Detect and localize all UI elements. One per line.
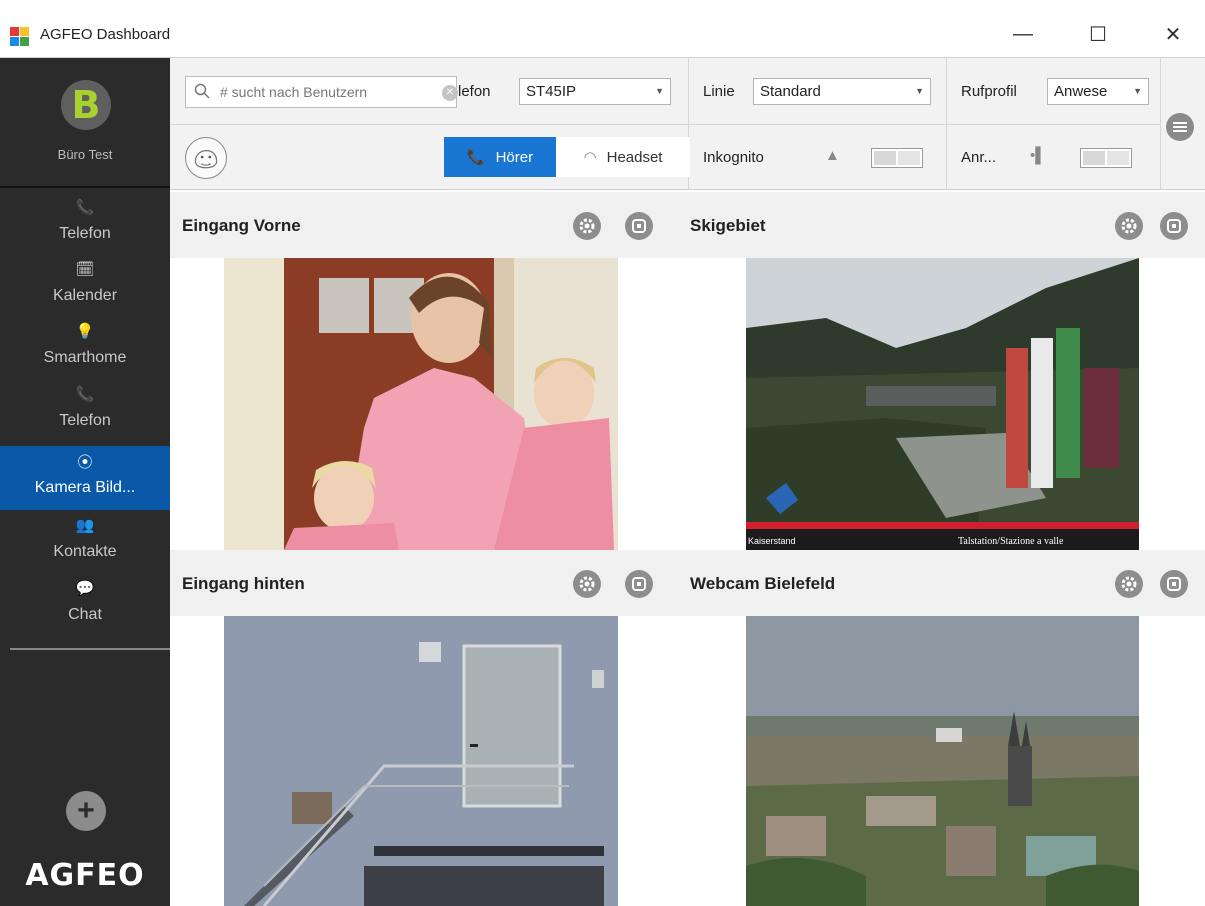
chevron-down-icon: ▼ bbox=[1133, 86, 1142, 96]
sidebar-item-label: Kamera Bild... bbox=[34, 479, 136, 496]
inkognito-label: Inkognito bbox=[703, 149, 764, 166]
camera-panel-eingang-vorne: Eingang Vorne bbox=[170, 192, 678, 550]
contacts-icon: 👥 bbox=[75, 517, 95, 534]
camera-image[interactable]: Kaiserstand Talstation/Stazione a valle bbox=[746, 258, 1139, 550]
camera-image[interactable] bbox=[746, 616, 1139, 906]
search-input[interactable]: # sucht nach Benutzern ✕ bbox=[185, 76, 458, 108]
user-avatar[interactable] bbox=[185, 137, 227, 179]
camera-header: Webcam Bielefeld bbox=[678, 550, 1205, 616]
window-titlebar: AGFEO Dashboard — ☐ ✕ bbox=[0, 0, 1205, 58]
maximize-button[interactable]: ☐ bbox=[1075, 16, 1121, 52]
telefon-label: lefon bbox=[458, 83, 491, 100]
anr-toggle[interactable] bbox=[1080, 148, 1132, 168]
sidebar-item-telefon[interactable]: 📞 Telefon bbox=[0, 192, 170, 256]
settings-gear-icon[interactable] bbox=[573, 570, 601, 598]
camera-title: Skigebiet bbox=[690, 216, 766, 235]
search-placeholder: # sucht nach Benutzern bbox=[220, 84, 368, 100]
nav-divider bbox=[10, 648, 170, 650]
sidebar-item-label: Chat bbox=[68, 606, 102, 623]
headset-icon: ◠ bbox=[583, 149, 597, 166]
settings-gear-icon[interactable] bbox=[1115, 570, 1143, 598]
sidebar-item-label: Telefon bbox=[59, 225, 111, 242]
fullscreen-icon[interactable] bbox=[1160, 570, 1188, 598]
phone-icon: 📞 bbox=[75, 199, 95, 216]
minimize-button[interactable]: — bbox=[1000, 16, 1046, 52]
camera-image[interactable] bbox=[224, 616, 618, 906]
camera-header: Skigebiet bbox=[678, 192, 1205, 258]
search-icon bbox=[194, 83, 210, 99]
sidebar: B Büro Test 📞 Telefon 🗓 Kalender 💡 Smarthome 📞… bbox=[0, 58, 170, 906]
fullscreen-icon[interactable] bbox=[625, 212, 653, 240]
divider bbox=[170, 124, 1160, 125]
sidebar-item-label: Telefon bbox=[59, 412, 111, 429]
sidebar-item-kamera-bild[interactable]: ⦿ Kamera Bild... bbox=[0, 446, 170, 510]
call-forward-icon: •▌ bbox=[1030, 147, 1046, 164]
chat-icon: 💬 bbox=[75, 580, 95, 597]
sidebar-item-label: Kalender bbox=[52, 287, 118, 304]
phone-icon: 📞 bbox=[466, 149, 486, 166]
overlay-left-text: Kaiserstand bbox=[748, 536, 796, 546]
rufprofil-select[interactable]: Anwese ▼ bbox=[1047, 78, 1149, 105]
profile-section[interactable]: B Büro Test bbox=[0, 58, 170, 188]
agfeo-logo: AGFEO bbox=[25, 858, 145, 893]
hoerer-button[interactable]: 📞 Hörer bbox=[444, 137, 556, 177]
camera-header: Eingang Vorne bbox=[170, 192, 678, 258]
sidebar-item-label: Kontakte bbox=[53, 543, 117, 560]
chevron-down-icon: ▼ bbox=[915, 86, 924, 96]
profile-name: Büro Test bbox=[57, 147, 113, 162]
add-icon[interactable]: + bbox=[66, 791, 106, 831]
toolbar: # sucht nach Benutzern ✕ lefon ST45IP ▼ L… bbox=[170, 58, 1205, 190]
overlay-right-text: Talstation/Stazione a valle bbox=[958, 536, 1064, 547]
sidebar-item-label: Smarthome bbox=[43, 349, 127, 366]
anr-label: Anr... bbox=[961, 149, 997, 166]
incognito-icon: ▲ bbox=[825, 147, 840, 164]
camera-title: Webcam Bielefeld bbox=[690, 574, 836, 593]
phone-icon: 📞 bbox=[75, 386, 95, 403]
linie-label: Linie bbox=[703, 83, 735, 100]
camera-title: Eingang hinten bbox=[182, 574, 305, 593]
settings-gear-icon[interactable] bbox=[1115, 212, 1143, 240]
camera-image[interactable] bbox=[224, 258, 618, 550]
close-button[interactable]: ✕ bbox=[1150, 16, 1196, 52]
camera-panel-webcam-bielefeld: Webcam Bielefeld bbox=[678, 550, 1205, 906]
headset-button[interactable]: ◠ Headset bbox=[556, 137, 690, 177]
fullscreen-icon[interactable] bbox=[1160, 212, 1188, 240]
clear-icon[interactable]: ✕ bbox=[442, 85, 458, 101]
sidebar-item-kontakte[interactable]: 👥 Kontakte bbox=[0, 510, 170, 574]
calendar-icon: 🗓 bbox=[75, 261, 95, 278]
menu-icon[interactable] bbox=[1166, 113, 1194, 141]
telefon-select[interactable]: ST45IP ▼ bbox=[519, 78, 671, 105]
chevron-down-icon: ▼ bbox=[655, 86, 664, 96]
lightbulb-icon: 💡 bbox=[75, 323, 95, 340]
linie-select[interactable]: Standard ▼ bbox=[753, 78, 931, 105]
sidebar-item-kalender[interactable]: 🗓 Kalender bbox=[0, 254, 170, 318]
sidebar-item-chat[interactable]: 💬 Chat bbox=[0, 573, 170, 637]
avatar[interactable]: B bbox=[61, 80, 111, 130]
divider bbox=[946, 58, 947, 190]
window-title: AGFEO Dashboard bbox=[40, 26, 171, 43]
sidebar-item-smarthome[interactable]: 💡 Smarthome bbox=[0, 316, 170, 380]
fullscreen-icon[interactable] bbox=[625, 570, 653, 598]
inkognito-toggle[interactable] bbox=[871, 148, 923, 168]
app-logo-icon bbox=[10, 27, 30, 47]
camera-title: Eingang Vorne bbox=[182, 216, 301, 235]
sidebar-item-telefon[interactable]: 📞 Telefon bbox=[0, 379, 170, 443]
camera-panel-skigebiet: Skigebiet Kaiserstand Talstation/Stazion… bbox=[678, 192, 1205, 550]
camera-panel-eingang-hinten: Eingang hinten bbox=[170, 550, 678, 906]
rufprofil-label: Rufprofil bbox=[961, 83, 1017, 100]
camera-header: Eingang hinten bbox=[170, 550, 678, 616]
settings-gear-icon[interactable] bbox=[573, 212, 601, 240]
camera-icon: ⦿ bbox=[77, 453, 93, 471]
divider bbox=[1160, 58, 1161, 190]
